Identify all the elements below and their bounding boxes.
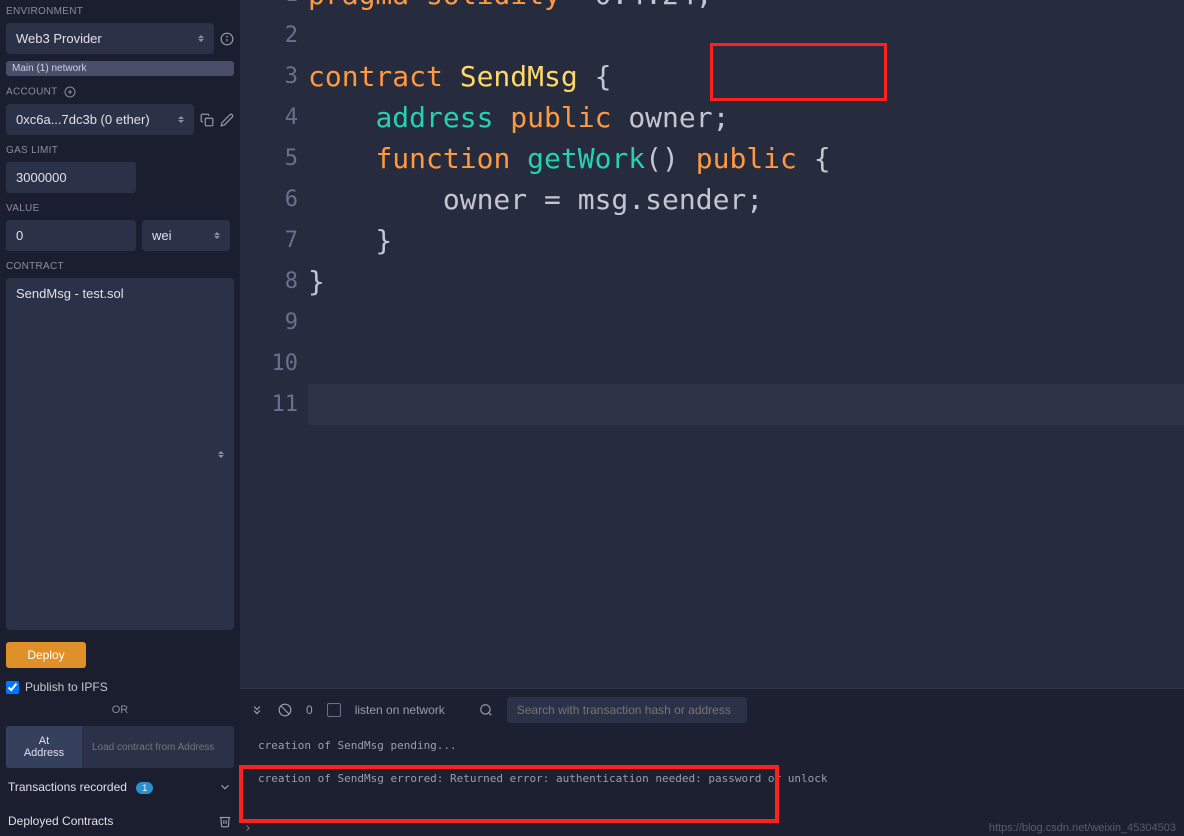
terminal-line: creation of SendMsg pending... <box>258 739 1166 752</box>
code-content[interactable]: pragma solidity ^0.4.24; contract SendMsg… <box>308 0 1184 688</box>
account-label: ACCOUNT <box>6 86 234 98</box>
code-line[interactable] <box>308 384 1184 425</box>
terminal-panel: 0 listen on network creation of SendMsg … <box>240 688 1184 836</box>
edit-icon[interactable] <box>220 113 234 127</box>
deployed-label: Deployed Contracts <box>8 814 113 828</box>
publish-checkbox-input[interactable] <box>6 681 19 694</box>
collapse-icon[interactable] <box>250 703 264 717</box>
transactions-count: 1 <box>136 782 153 794</box>
deploy-sidebar: ENVIRONMENT Web3 Provider Main (1) netwo… <box>0 0 240 836</box>
account-select[interactable]: 0xc6a...7dc3b (0 ether) <box>6 104 194 135</box>
line-number: 8 <box>240 261 308 302</box>
terminal-toolbar: 0 listen on network <box>240 689 1184 731</box>
contract-value: SendMsg - test.sol <box>16 286 124 301</box>
environment-select[interactable]: Web3 Provider <box>6 23 214 54</box>
listen-checkbox[interactable] <box>327 703 341 717</box>
line-number: 4 <box>240 97 308 138</box>
info-icon[interactable] <box>220 32 234 46</box>
ban-icon[interactable] <box>278 703 292 717</box>
line-number: 7 <box>240 220 308 261</box>
chevron-updown-icon <box>218 447 228 461</box>
gas-limit-input[interactable] <box>6 162 136 193</box>
line-number: 2 <box>240 15 308 56</box>
code-line[interactable]: owner = msg.sender; <box>308 179 1184 220</box>
line-number: 3 <box>240 56 308 97</box>
plus-circle-icon[interactable] <box>64 86 76 98</box>
line-number: 5 <box>240 138 308 179</box>
code-line[interactable]: } <box>308 220 1184 261</box>
code-line[interactable] <box>308 343 1184 384</box>
transactions-label: Transactions recorded <box>8 780 127 794</box>
environment-value: Web3 Provider <box>16 31 102 46</box>
line-number: 11 <box>240 384 308 425</box>
code-line[interactable]: address public owner; <box>308 97 1184 138</box>
code-line[interactable]: pragma solidity ^0.4.24; <box>308 0 1184 15</box>
watermark: https://blog.csdn.net/weixin_45304503 <box>989 822 1176 834</box>
listen-label: listen on network <box>355 703 445 717</box>
network-badge: Main (1) network <box>6 61 234 76</box>
deployed-section: Deployed Contracts <box>6 806 234 836</box>
code-line[interactable]: } <box>308 261 1184 302</box>
value-input[interactable] <box>6 220 136 251</box>
pending-count: 0 <box>306 703 313 717</box>
code-line[interactable]: contract SendMsg { <box>308 56 1184 97</box>
publish-ipfs-checkbox[interactable]: Publish to IPFS <box>6 680 234 694</box>
at-address-button[interactable]: At Address <box>6 726 82 768</box>
line-number: 10 <box>240 343 308 384</box>
account-value: 0xc6a...7dc3b (0 ether) <box>16 112 150 127</box>
chevron-updown-icon <box>198 32 208 46</box>
value-unit-select[interactable]: wei <box>142 220 230 251</box>
line-number: 9 <box>240 302 308 343</box>
terminal-search-input[interactable] <box>507 697 747 723</box>
main-area: 1234567891011 pragma solidity ^0.4.24; co… <box>240 0 1184 836</box>
terminal-line: creation of SendMsg errored: Returned er… <box>258 772 1166 785</box>
transactions-section[interactable]: Transactions recorded 1 <box>6 772 234 802</box>
or-divider: OR <box>6 704 234 716</box>
contract-label: CONTRACT <box>6 261 234 272</box>
copy-icon[interactable] <box>200 113 214 127</box>
line-number: 6 <box>240 179 308 220</box>
chevron-updown-icon <box>214 229 224 243</box>
code-line[interactable] <box>308 15 1184 56</box>
value-unit: wei <box>152 228 172 243</box>
environment-label: ENVIRONMENT <box>6 6 234 17</box>
chevron-updown-icon <box>178 113 188 127</box>
line-gutter: 1234567891011 <box>240 0 308 688</box>
at-address-input[interactable] <box>82 726 234 768</box>
deploy-button[interactable]: Deploy <box>6 642 86 668</box>
code-line[interactable]: function getWork() public { <box>308 138 1184 179</box>
publish-label: Publish to IPFS <box>25 680 108 694</box>
gas-label: GAS LIMIT <box>6 145 234 156</box>
code-editor[interactable]: 1234567891011 pragma solidity ^0.4.24; co… <box>240 0 1184 688</box>
trash-icon[interactable] <box>218 814 232 828</box>
terminal-output: creation of SendMsg pending... creation … <box>240 731 1184 836</box>
search-icon[interactable] <box>479 703 493 717</box>
value-label: VALUE <box>6 203 234 214</box>
terminal-prompt-icon[interactable]: › <box>244 821 252 836</box>
code-line[interactable] <box>308 302 1184 343</box>
line-number: 1 <box>240 0 308 15</box>
contract-select[interactable]: SendMsg - test.sol <box>6 278 234 630</box>
chevron-down-icon[interactable] <box>218 780 232 794</box>
